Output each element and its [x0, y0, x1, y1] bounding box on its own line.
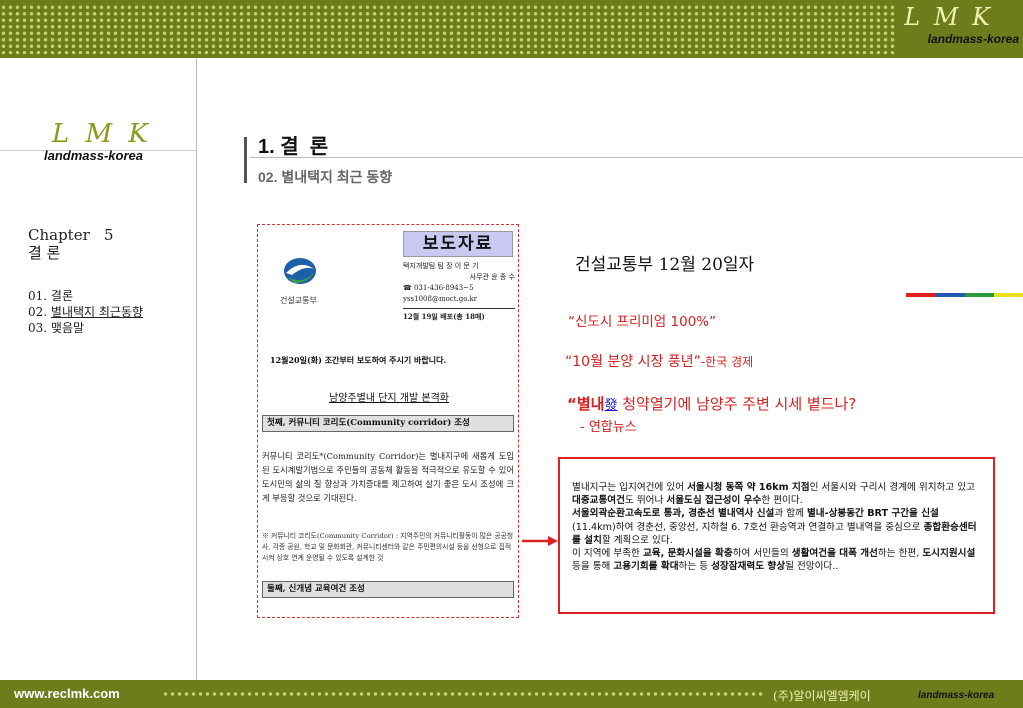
- contact-email: yss1008@moct.go.kr: [403, 295, 478, 303]
- news-quote-3-hanja[interactable]: 發: [604, 398, 617, 413]
- news-quote-2-source: -한국 경제: [700, 355, 754, 369]
- press-footnote: ※ 커뮤니티 코리도(Community Corridor) : 지역주민의 커…: [262, 532, 514, 562]
- page-subtitle-text: 별내택지 최근 동향: [277, 169, 393, 185]
- section-heading-1: 첫째, 커뮤니티 코리도(Community corridor) 조성: [262, 415, 514, 432]
- page-title: 1. 결 론: [258, 130, 328, 159]
- news-date: 건설교통부 12월 20일자: [575, 255, 755, 275]
- sidebar-logo-text: L M K: [52, 119, 152, 149]
- summary-box: 별내지구는 입지여건에 있어 서울시청 동쪽 약 16km 지점인 서울시와 구…: [558, 457, 995, 614]
- top-banner: L M K landmass-korea: [0, 0, 1023, 58]
- ministry-name: 건설교통부: [280, 296, 317, 305]
- accent-yellow: [993, 293, 1023, 297]
- ministry-emblem-icon: [284, 258, 316, 284]
- news-quote-2-text: “10월 분양 시장 풍년”: [565, 354, 701, 370]
- header-logo-sub: landmass-korea: [927, 32, 1019, 46]
- sidebar-logo: L M K landmass-korea: [44, 120, 194, 163]
- embargo-notice: 12월20일(화) 조간부터 보도하여 주시기 바랍니다.: [270, 355, 447, 365]
- news-quote-3-source: - 연합뉴스: [580, 420, 637, 435]
- summary-paragraph: 이 지역에 부족한 교육, 문화시설을 확충하여 서민들의 생활여건을 대폭 개…: [572, 548, 976, 573]
- chapter-heading: Chapter 5 결 론: [28, 226, 114, 262]
- toc-item-prefix: 02.: [28, 305, 51, 319]
- footer-band: www.reclmk.com (주)알이씨엘엠케이 landmass-korea: [0, 680, 1023, 708]
- news-quote-1: “신도시 프리미엄 100%”: [568, 314, 717, 330]
- vertical-divider: [196, 58, 197, 680]
- heading-bar: [244, 137, 247, 183]
- page-subtitle-num: 02.: [258, 169, 278, 185]
- accent-red: [906, 293, 936, 297]
- contact-officer: 사무관 윤 종 수: [469, 273, 515, 281]
- chapter-title: 결 론: [28, 244, 61, 262]
- table-of-contents: 01. 결론 02. 별내택지 최근동향 03. 맺음말: [28, 288, 143, 336]
- dot-pattern: [0, 4, 895, 54]
- press-body: 커뮤니티 코리도*(Community Corridor)는 별내지구에 새롭게…: [262, 451, 514, 503]
- header-logo: L M K landmass-korea: [899, 2, 1019, 46]
- sidebar-logo-sub: landmass-korea: [44, 148, 143, 163]
- page-subtitle: 02. 별내택지 최근 동향: [258, 167, 392, 187]
- toc-item-byeollae[interactable]: 02. 별내택지 최근동향: [28, 304, 143, 320]
- toc-item-closing[interactable]: 03. 맺음말: [28, 320, 143, 336]
- contact-phone: ☎ 031-436-8943~5: [403, 284, 474, 292]
- news-quote-3: “별내發 청약열기에 남양주 주변 시세 볕드나?: [567, 393, 856, 414]
- header-logo-text: L M K: [904, 3, 993, 31]
- distribution-date: 12월 19일 배포(총 18매): [403, 308, 515, 322]
- chapter-number: Chapter 5: [28, 226, 114, 244]
- press-release-document: 보도자료 건설교통부 택지개발팀 팀 장 이 문 기 사무관 윤 종 수 ☎ 0…: [257, 224, 519, 618]
- summary-paragraph: 서울외곽순환고속도로 통과, 경춘선 별내역사 신설과 함께 별내-상봉동간 B…: [572, 508, 977, 546]
- summary-paragraph: 별내지구는 입지여건에 있어 서울시청 동쪽 약 16km 지점인 서울시와 구…: [572, 482, 975, 507]
- footer-company: (주)알이씨엘엠케이: [773, 689, 871, 703]
- contact-block: 택지개발팀 팀 장 이 문 기 사무관 윤 종 수 ☎ 031-436-8943…: [403, 261, 515, 322]
- press-release-title: 보도자료: [403, 231, 513, 257]
- footer-url[interactable]: www.reclmk.com: [14, 686, 120, 701]
- contact-team: 택지개발팀 팀 장 이 문 기: [403, 262, 479, 270]
- footer-dot-pattern: [162, 691, 765, 697]
- news-quote-2: “10월 분양 시장 풍년”-한국 경제: [565, 351, 753, 371]
- toc-item-label: 별내택지 최근동향: [50, 305, 144, 319]
- arrow-right-icon: [522, 536, 558, 546]
- footer-sub: landmass-korea: [918, 690, 995, 701]
- news-quote-3-pre: “별내: [567, 395, 605, 413]
- toc-item-conclusion[interactable]: 01. 결론: [28, 288, 143, 304]
- news-quote-3-post: 청약열기에 남양주 주변 시세 볕드나?: [617, 395, 857, 413]
- heading-rule: [250, 157, 1023, 158]
- section-heading-2: 둘째, 신개념 교육여건 조성: [262, 581, 514, 598]
- page-title-num: 1.: [258, 136, 275, 158]
- accent-color-bar: [906, 293, 1023, 297]
- accent-green: [964, 293, 994, 297]
- page-title-text: 결 론: [274, 136, 329, 158]
- press-headline: 남양주별내 단지 개발 본격화: [329, 393, 449, 404]
- accent-blue: [935, 293, 965, 297]
